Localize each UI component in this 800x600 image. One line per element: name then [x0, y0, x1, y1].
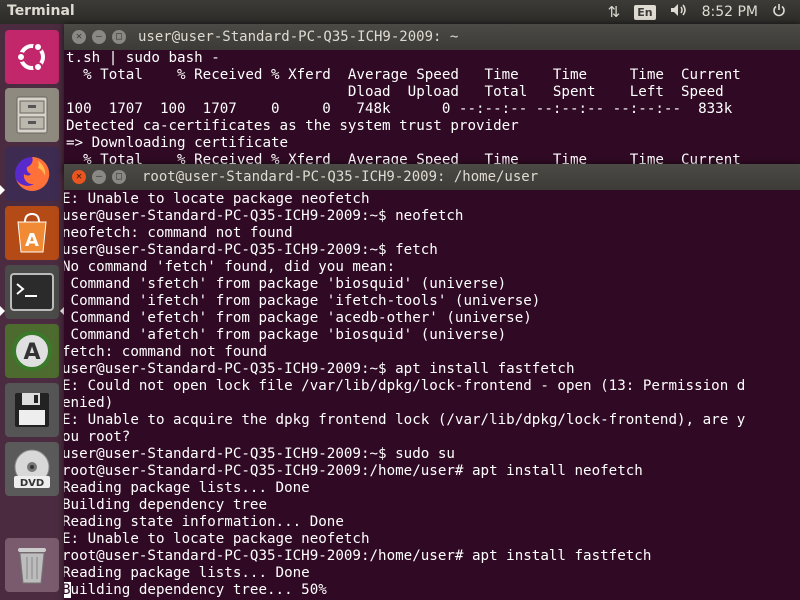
terminal-line: E: Unable to locate package neofetch [64, 531, 370, 547]
minimize-button[interactable]: – [92, 30, 106, 44]
system-tray: ⇅ En 8:52 PM [608, 0, 800, 24]
ubuntu-logo-icon[interactable] [5, 30, 59, 84]
minimize-button[interactable]: – [92, 170, 106, 184]
terminal-line: Building dependency tree [64, 497, 267, 513]
window-titlebar[interactable]: ✕ – □ user@user-Standard-PC-Q35-ICH9-200… [64, 24, 800, 50]
terminal-line: fetch: command not found [64, 344, 267, 360]
terminal-line: neofetch: command not found [64, 225, 293, 241]
terminal-line: user@user-Standard-PC-Q35-ICH9-2009:~$ n… [64, 208, 464, 224]
close-button[interactable]: ✕ [72, 170, 86, 184]
file-cabinet-icon[interactable] [5, 88, 59, 142]
terminal-line: Command 'ifetch' from package 'ifetch-to… [64, 293, 541, 309]
dvd-icon[interactable]: DVD [5, 442, 59, 496]
terminal-output[interactable]: t.sh | sudo bash - % Total % Received % … [64, 50, 800, 169]
firefox-icon[interactable] [5, 147, 59, 201]
software-updater-icon[interactable]: A [5, 324, 59, 378]
terminal-line: root@user-Standard-PC-Q35-ICH9-2009:/hom… [64, 548, 652, 564]
window-title: root@user-Standard-PC-Q35-ICH9-2009: /ho… [142, 169, 539, 185]
window-controls: ✕ – □ [72, 170, 132, 184]
terminal-line-current: Building dependency tree... 50% [64, 582, 800, 599]
terminal-line: user@user-Standard-PC-Q35-ICH9-2009:~$ s… [64, 446, 455, 462]
terminal-line: No command 'fetch' found, did you mean: [64, 259, 396, 275]
terminal-line: Reading package lists... Done [64, 565, 310, 581]
terminal-line: user@user-Standard-PC-Q35-ICH9-2009:~$ f… [64, 242, 438, 258]
keyboard-language-indicator[interactable]: En [634, 4, 656, 20]
close-button[interactable]: ✕ [72, 30, 86, 44]
network-icon[interactable]: ⇅ [608, 3, 621, 21]
svg-text:DVD: DVD [20, 478, 44, 489]
terminal-line: Detected ca-certificates as the system t… [66, 118, 519, 134]
terminal-line: E: Unable to acquire the dpkg frontend l… [64, 412, 746, 428]
terminal-line: => Downloading certificate [66, 135, 289, 151]
trash-icon[interactable] [5, 538, 59, 592]
terminal-line: root@user-Standard-PC-Q35-ICH9-2009:/hom… [64, 463, 643, 479]
terminal-line: E: Unable to locate package neofetch [64, 191, 370, 207]
svg-text:A: A [23, 340, 40, 365]
terminal-line: 100 1707 100 1707 0 0 748k 0 --:--:-- --… [66, 101, 733, 117]
terminal-line: t.sh | sudo bash - [66, 50, 220, 66]
terminal-line: Reading package lists... Done [64, 480, 310, 496]
maximize-button[interactable]: □ [112, 30, 126, 44]
terminal-line: E: Could not open lock file /var/lib/dpk… [64, 378, 746, 394]
window-title: user@user-Standard-PC-Q35-ICH9-2009: ~ [138, 29, 459, 45]
terminal-line: Command 'sfetch' from package 'biosquid'… [64, 276, 507, 292]
terminal-output[interactable]: E: Unable to locate package neofetch use… [64, 190, 800, 599]
clock[interactable]: 8:52 PM [702, 4, 758, 20]
terminal-line: user@user-Standard-PC-Q35-ICH9-2009:~$ a… [64, 361, 575, 377]
svg-text:A: A [25, 230, 39, 251]
terminal-icon[interactable] [5, 265, 59, 319]
launcher: A A DVD [0, 24, 65, 600]
window-controls: ✕ – □ [72, 30, 132, 44]
terminal-line: enied) [64, 395, 114, 411]
terminal-line: Dload Upload Total Spent Left Speed [66, 84, 724, 100]
maximize-button[interactable]: □ [112, 170, 126, 184]
power-icon[interactable] [772, 3, 786, 21]
terminal-window-background[interactable]: ✕ – □ user@user-Standard-PC-Q35-ICH9-200… [64, 24, 800, 174]
volume-icon[interactable] [670, 3, 688, 21]
terminal-line: Reading state information... Done [64, 514, 344, 530]
top-panel: Terminal ⇅ En 8:52 PM [0, 0, 800, 24]
progress-text: uilding dependency tree... 50% [70, 582, 327, 598]
terminal-line: Command 'efetch' from package 'acedb-oth… [64, 310, 532, 326]
terminal-line: ou root? [64, 429, 131, 445]
software-center-icon[interactable]: A [5, 206, 59, 260]
terminal-line: Command 'afetch' from package 'biosquid'… [64, 327, 507, 343]
floppy-disk-icon[interactable] [5, 383, 59, 437]
active-app-title: Terminal [7, 3, 75, 19]
terminal-line: % Total % Received % Xferd Average Speed… [66, 67, 741, 83]
terminal-window-root[interactable]: ✕ – □ root@user-Standard-PC-Q35-ICH9-200… [64, 164, 800, 600]
window-titlebar[interactable]: ✕ – □ root@user-Standard-PC-Q35-ICH9-200… [64, 164, 800, 190]
